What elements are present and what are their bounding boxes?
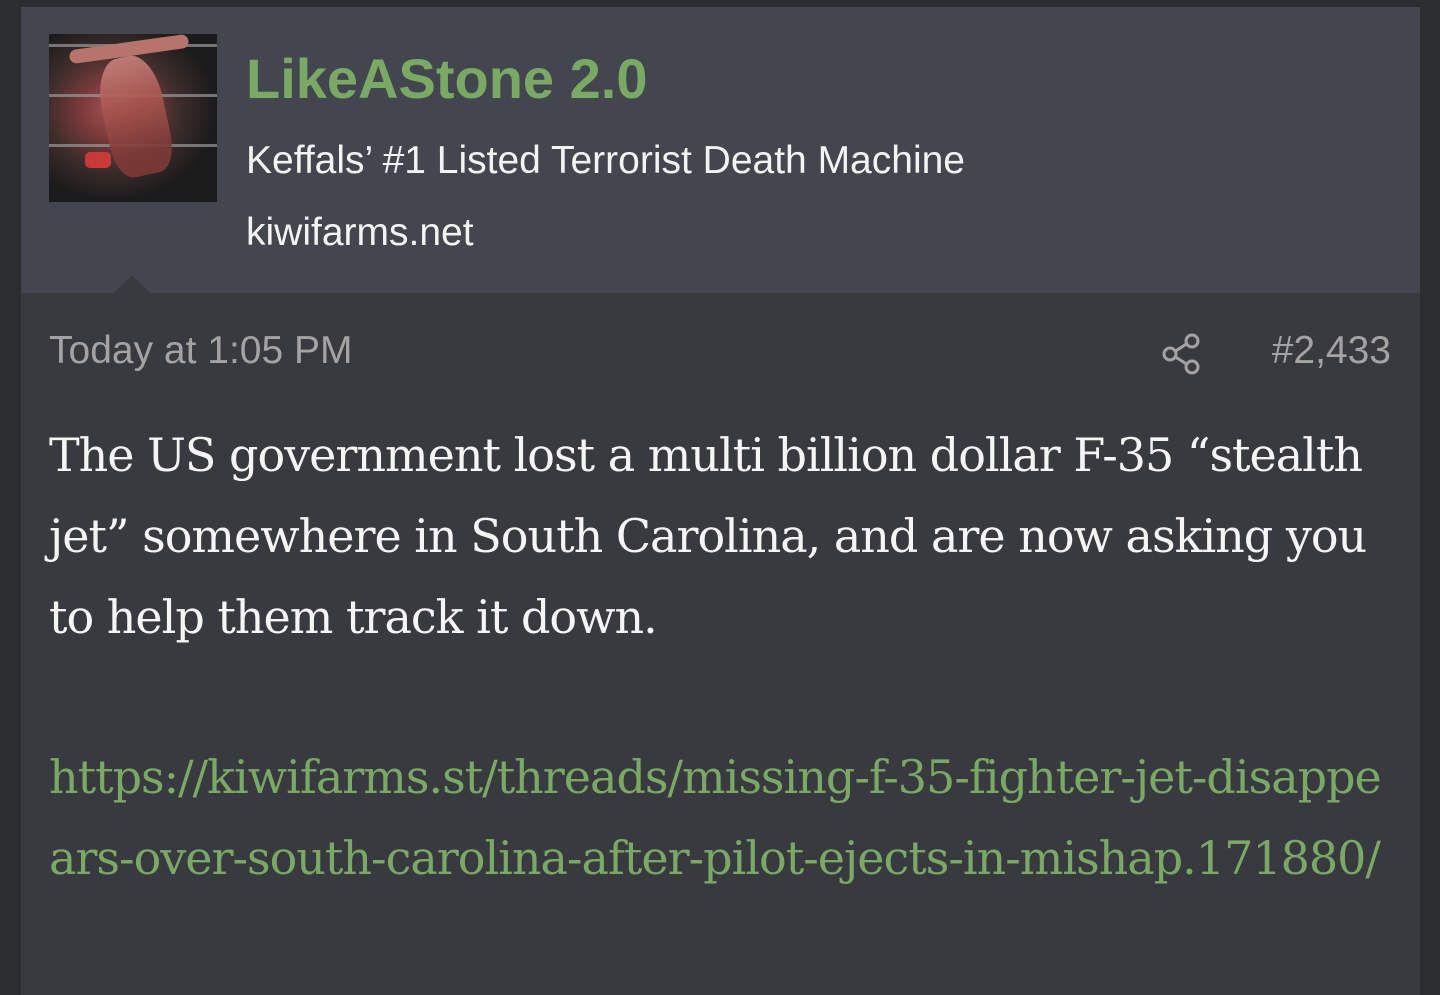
share-icon-svg bbox=[1162, 333, 1200, 375]
avatar[interactable] bbox=[49, 34, 217, 202]
user-site: kiwifarms.net bbox=[246, 211, 474, 254]
username[interactable]: LikeAStone 2.0 bbox=[246, 45, 647, 113]
user-title: Keffals’ #1 Listed Terrorist Death Machi… bbox=[246, 139, 965, 182]
page-frame: LikeAStone 2.0 Keffals’ #1 Listed Terror… bbox=[0, 0, 1440, 995]
user-header: LikeAStone 2.0 Keffals’ #1 Listed Terror… bbox=[21, 7, 1420, 293]
post-date[interactable]: Today at 1:05 PM bbox=[49, 325, 353, 377]
header-caret bbox=[114, 275, 150, 293]
post-body-text: The US government lost a multi billion d… bbox=[49, 428, 1367, 644]
post-number[interactable]: #2,433 bbox=[1272, 325, 1391, 377]
post-card: LikeAStone 2.0 Keffals’ #1 Listed Terror… bbox=[21, 7, 1420, 995]
avatar-glove bbox=[85, 152, 111, 168]
share-icon[interactable] bbox=[1159, 332, 1203, 376]
post-link[interactable]: https://kiwifarms.st/threads/missing-f-3… bbox=[49, 737, 1389, 899]
